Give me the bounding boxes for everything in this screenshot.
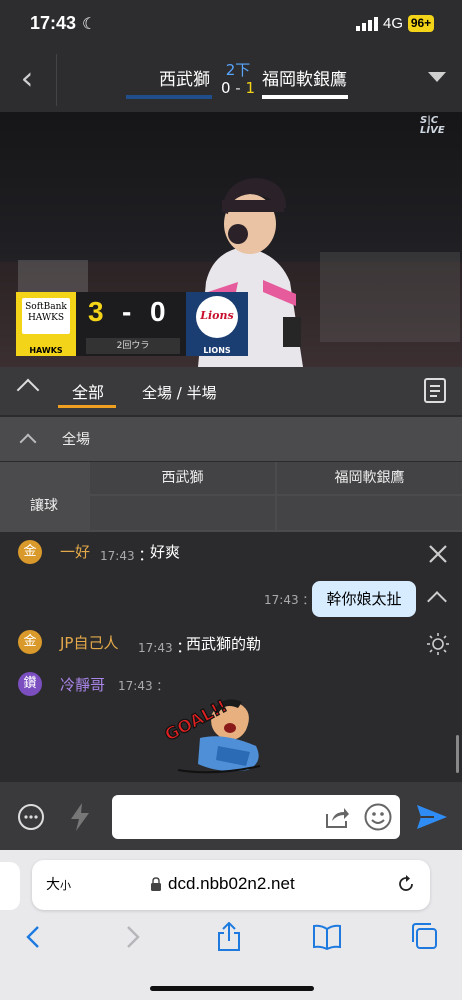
home-team-name: 西武獅: [159, 70, 210, 90]
home-team-color-bar: [126, 95, 212, 99]
send-icon[interactable]: [416, 804, 448, 830]
hawks-name: HAWKS: [29, 346, 63, 355]
share-icon[interactable]: [324, 805, 350, 829]
goal-sticker: GOAL!!: [161, 696, 261, 774]
tabs-icon[interactable]: [410, 922, 438, 950]
tab-full-half[interactable]: 全場 / 半場: [142, 382, 217, 403]
odds-column-home: 西武獅: [90, 462, 275, 494]
message-input[interactable]: [112, 795, 400, 839]
smiley-icon[interactable]: [364, 803, 392, 831]
full-game-label: 全場: [62, 432, 90, 448]
reload-icon[interactable]: [396, 874, 416, 894]
text-size-button[interactable]: 大小: [46, 874, 71, 894]
odds-cell-home[interactable]: [90, 496, 275, 530]
moon-icon: ☾: [82, 14, 97, 33]
tab-all[interactable]: 全部: [72, 379, 104, 403]
share-icon[interactable]: [216, 922, 242, 952]
chat-bubble-icon[interactable]: [16, 802, 46, 832]
odds-column-away: 福岡軟銀鷹: [277, 462, 462, 494]
scrollbar[interactable]: [456, 735, 459, 773]
chat-username[interactable]: 冷靜哥: [60, 674, 105, 695]
user-badge: 鑽: [18, 672, 42, 696]
close-icon[interactable]: [426, 542, 450, 566]
chat-username[interactable]: JP自己人: [60, 632, 118, 653]
header-score: 0 - 1: [212, 79, 264, 97]
inning-label: 2下: [225, 61, 251, 79]
overlay-score-away: 0: [150, 296, 166, 327]
odds-cell-away[interactable]: [277, 496, 462, 530]
overlay-score-home: 3: [88, 296, 104, 327]
bookmarks-icon[interactable]: [312, 924, 342, 950]
lions-name: LIONS: [203, 346, 231, 355]
signal-icon: [356, 17, 378, 31]
back-button[interactable]: ‹: [12, 58, 42, 102]
overlay-score-dash: -: [122, 296, 132, 327]
user-badge: 金: [18, 540, 42, 564]
status-time: 17:43: [30, 13, 77, 33]
active-tab-underline: [58, 405, 116, 408]
broadcast-logo: S|C LIVE: [420, 115, 445, 136]
chat-message-text: 好爽: [150, 543, 181, 561]
forward-arrow-icon[interactable]: [120, 924, 144, 950]
odds-row-handicap: 讓球: [30, 498, 58, 514]
away-team-name: 福岡軟銀鷹: [262, 70, 347, 90]
header-score-separator: -: [230, 79, 246, 97]
header-score-home: 0: [220, 79, 231, 97]
battery-icon: 96+: [408, 15, 434, 32]
away-team-color-bar: [262, 95, 348, 99]
lock-icon: [151, 877, 161, 891]
chat-timestamp: 17:43 ：: [100, 546, 154, 564]
network-label: 4G: [383, 15, 404, 32]
header-score-away: 1: [245, 79, 256, 97]
chat-timestamp: 17:43 ：: [264, 593, 315, 607]
dropdown-icon[interactable]: [428, 72, 446, 82]
url-text[interactable]: dcd.nbb02n2.net: [168, 874, 295, 894]
lightning-icon[interactable]: [68, 802, 92, 832]
own-message-bubble: 幹你娘太扯: [312, 581, 416, 617]
overlay-inning-status: 2回ウラ: [86, 338, 180, 354]
previous-tab-preview[interactable]: [0, 862, 20, 910]
brightness-icon[interactable]: [426, 632, 450, 656]
chat-timestamp: 17:43 ：: [138, 638, 192, 656]
header-divider: [56, 54, 57, 106]
back-arrow-icon[interactable]: [22, 924, 46, 950]
chat-username[interactable]: 一好: [60, 541, 90, 562]
list-icon[interactable]: [424, 378, 446, 403]
user-badge: 金: [18, 630, 42, 654]
home-indicator: [150, 986, 314, 991]
chat-message-text: 西武獅的勒: [186, 635, 262, 653]
